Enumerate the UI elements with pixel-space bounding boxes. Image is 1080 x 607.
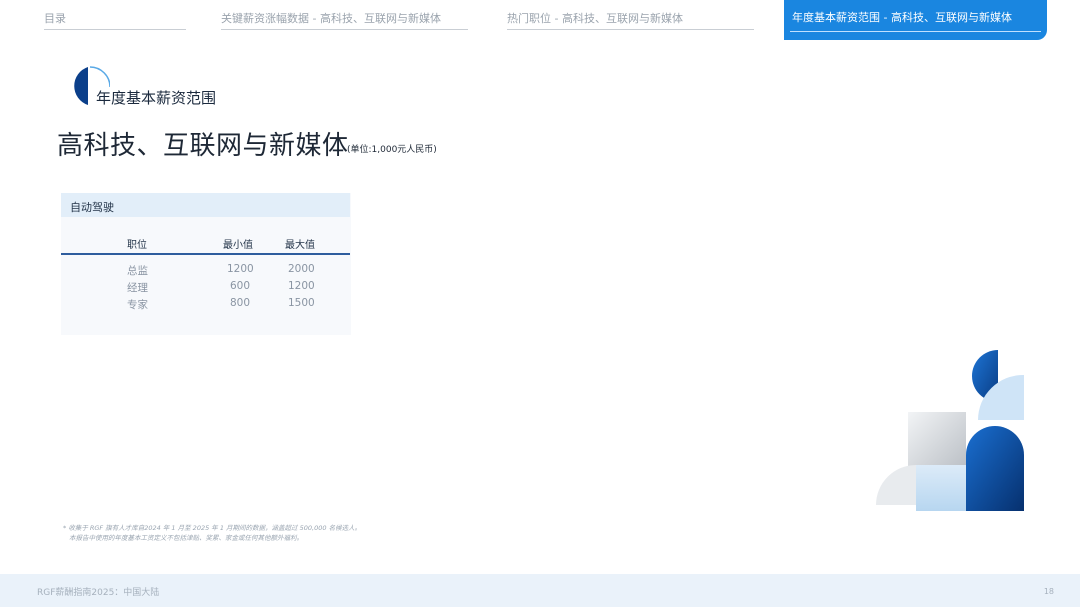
- section-label: 年度基本薪资范围: [96, 89, 217, 107]
- salary-table-card: 自动驾驶 职位 最小值 最大值 总监 1200 2000 经理 600 1200…: [61, 193, 351, 335]
- cell-min: 800: [230, 297, 251, 309]
- cell-max: 2000: [288, 263, 315, 275]
- card-title: 自动驾驶: [70, 201, 114, 214]
- footnote-line: * 收集于 RGF 旗有人才库自2024 年 1 月至 2025 年 1 月期间…: [63, 524, 362, 532]
- column-header-position: 职位: [127, 240, 147, 251]
- page-title: 高科技、互联网与新媒体: [57, 131, 349, 161]
- cell-max: 1500: [288, 297, 315, 309]
- footnote: * 收集于 RGF 旗有人才库自2024 年 1 月至 2025 年 1 月期间…: [63, 523, 361, 543]
- tab-label: 年度基本薪资范围 - 高科技、互联网与新媒体: [792, 11, 1012, 24]
- card-header: 自动驾驶: [61, 193, 350, 217]
- tab-label: 关键薪资涨幅数据 - 高科技、互联网与新媒体: [221, 12, 441, 25]
- column-header-max: 最大值: [285, 240, 315, 251]
- tab-annual-salary-range[interactable]: 年度基本薪资范围 - 高科技、互联网与新媒体: [784, 0, 1047, 40]
- tab-label: 目录: [44, 12, 66, 25]
- cell-position: 经理: [127, 282, 148, 294]
- tab-underline: [790, 31, 1041, 32]
- cell-min: 1200: [227, 263, 254, 275]
- tab-hot-positions[interactable]: 热门职位 - 高科技、互联网与新媒体: [507, 0, 754, 30]
- tab-key-salary-increase[interactable]: 关键薪资涨幅数据 - 高科技、互联网与新媒体: [221, 0, 468, 30]
- cell-max: 1200: [288, 280, 315, 292]
- decorative-shapes-graphic: [876, 350, 1024, 511]
- footer-report-title: RGF薪酬指南2025：中国大陆: [37, 588, 160, 598]
- unit-note: (单位:1,000元人民币): [347, 145, 437, 155]
- cell-min: 600: [230, 280, 251, 292]
- tab-contents[interactable]: 目录: [44, 0, 186, 30]
- cell-position: 专家: [127, 299, 148, 311]
- column-header-min: 最小值: [223, 240, 253, 251]
- tab-label: 热门职位 - 高科技、互联网与新媒体: [507, 12, 683, 25]
- page-number: 18: [1043, 587, 1054, 596]
- header-rule: [61, 253, 350, 255]
- footnote-line: 本报告中使用的年度基本工资定义不包括津贴、奖累、家金或任何其他额外福利。: [69, 534, 303, 542]
- cell-position: 总监: [127, 265, 148, 277]
- footer-bar: RGF薪酬指南2025：中国大陆 18: [0, 574, 1080, 607]
